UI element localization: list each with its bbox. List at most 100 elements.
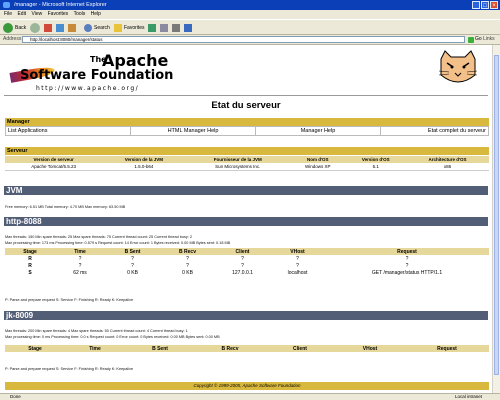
table-row: Apache Tomcat/5.5.23 1.5.0-b64 Sun Micro… bbox=[5, 163, 489, 171]
html-manager-help-link[interactable]: HTML Manager Help bbox=[168, 128, 219, 134]
cell-jvm-vendor: Sun Microsystems Inc. bbox=[185, 163, 290, 171]
search-icon bbox=[84, 23, 92, 32]
jvm-memory-info: Free memory: 6.51 MB Total memory: 4.70 … bbox=[5, 205, 126, 209]
col-jvm-vendor: Fournisseur de la JVM bbox=[185, 156, 290, 163]
links-button[interactable]: Links bbox=[483, 35, 495, 44]
manager-links-table: List Applications HTML Manager Help Mana… bbox=[5, 126, 489, 136]
menu-bar: File Edit View Favorites Tools Help bbox=[0, 10, 500, 19]
mail-icon bbox=[160, 23, 168, 32]
col-server-version: Version de serveur bbox=[5, 156, 103, 163]
col-request: Request bbox=[405, 345, 489, 352]
ie-icon bbox=[3, 2, 10, 8]
manager-header: Manager bbox=[5, 118, 489, 126]
go-button[interactable]: Go bbox=[468, 35, 482, 44]
home-button[interactable] bbox=[68, 22, 76, 33]
page-title: Etat du serveur bbox=[211, 100, 281, 111]
apache-logo[interactable]: The Apache Software Foundation http://ww… bbox=[8, 51, 173, 93]
forward-arrow-icon bbox=[30, 22, 40, 33]
cell-os-name: Windows XP bbox=[289, 163, 346, 171]
col-time: Time bbox=[65, 345, 125, 352]
table-row: R ? ? ? ? ? ? bbox=[28, 262, 409, 269]
full-status-link[interactable]: Etat complet du serveur bbox=[428, 128, 486, 134]
close-button[interactable]: × bbox=[490, 1, 498, 9]
cell-os-version: 5.1 bbox=[345, 163, 407, 171]
col-stage: Stage bbox=[5, 248, 55, 255]
col-bytes-recv: B Recv bbox=[195, 345, 265, 352]
server-table: Version de serveur Version de la JVM Fou… bbox=[5, 156, 489, 171]
jk-stage-legend: P: Parse and prepare request S: Service … bbox=[5, 367, 134, 371]
maximize-button[interactable]: □ bbox=[481, 1, 489, 9]
col-os-name: Nom d'OS bbox=[289, 156, 346, 163]
col-os-arch: Architecture d'OS bbox=[406, 156, 489, 163]
status-bar: Done Local intranet bbox=[0, 393, 500, 400]
refresh-icon bbox=[56, 23, 64, 32]
back-arrow-icon bbox=[3, 22, 13, 33]
col-bytes-sent: B Sent bbox=[105, 248, 160, 255]
print-icon bbox=[172, 23, 180, 32]
address-label: Address bbox=[3, 36, 22, 42]
logo-software-foundation: Software Foundation bbox=[20, 68, 174, 83]
window-controls: _ □ × bbox=[472, 1, 498, 9]
forward-button[interactable] bbox=[30, 22, 40, 33]
page-content: The Apache Software Foundation http://ww… bbox=[0, 45, 492, 393]
back-button[interactable]: Back bbox=[3, 22, 26, 33]
tomcat-logo-icon[interactable] bbox=[435, 49, 481, 89]
word-icon bbox=[184, 23, 192, 32]
http-connector-header: http-8088 bbox=[4, 217, 488, 226]
col-vhost: VHost bbox=[335, 345, 405, 352]
jk-processing-info: Max processing time: 0 ms Processing tim… bbox=[5, 335, 220, 339]
http-processing-info: Max processing time: 173 ms Processing t… bbox=[5, 241, 231, 245]
menu-tools[interactable]: Tools bbox=[74, 11, 86, 17]
history-icon bbox=[148, 23, 156, 32]
col-vhost: VHost bbox=[270, 248, 325, 255]
stop-button[interactable] bbox=[44, 22, 52, 33]
cell-server-version: Apache Tomcat/5.5.23 bbox=[5, 163, 103, 171]
table-row: R ? ? ? ? ? ? bbox=[28, 255, 409, 262]
zone-indicator: Local intranet bbox=[455, 394, 483, 399]
jk-threads-info: Max threads: 200 Min spare threads: 4 Ma… bbox=[5, 329, 188, 333]
stop-icon bbox=[44, 23, 52, 32]
http-threads-info: Max threads: 150 Min spare threads: 25 M… bbox=[5, 235, 192, 239]
jk-table-header: Stage Time B Sent B Recv Client VHost Re… bbox=[5, 345, 489, 352]
menu-file[interactable]: File bbox=[4, 11, 12, 17]
print-button[interactable] bbox=[172, 22, 180, 33]
mail-button[interactable] bbox=[160, 22, 168, 33]
menu-edit[interactable]: Edit bbox=[17, 11, 26, 17]
window-title-bar: /manager - Microsoft Internet Explorer _… bbox=[0, 0, 500, 10]
col-client: Client bbox=[215, 248, 270, 255]
edit-page-button[interactable] bbox=[184, 22, 192, 33]
col-os-version: Version d'OS bbox=[345, 156, 407, 163]
scrollbar-thumb[interactable] bbox=[494, 55, 499, 375]
jk-connector-header: jk-8009 bbox=[4, 311, 488, 320]
address-bar: Address http://localhost:8080/manager/st… bbox=[0, 35, 500, 45]
go-arrow-icon bbox=[468, 36, 474, 43]
vertical-scrollbar[interactable] bbox=[492, 45, 500, 393]
http-table-header: Stage Time B Sent B Recv Client VHost Re… bbox=[5, 248, 489, 255]
http-stage-legend: P: Parse and prepare request S: Service … bbox=[5, 298, 134, 302]
refresh-button[interactable] bbox=[56, 22, 64, 33]
col-time: Time bbox=[55, 248, 105, 255]
search-button[interactable]: Search bbox=[84, 22, 110, 33]
menu-view[interactable]: View bbox=[31, 11, 42, 17]
server-table-header: Version de serveur Version de la JVM Fou… bbox=[5, 156, 489, 163]
table-row: S 62 ms 0 KB 0 KB 127.0.0.1 localhost GE… bbox=[28, 269, 443, 276]
menu-favorites[interactable]: Favorites bbox=[48, 11, 69, 17]
col-client: Client bbox=[265, 345, 335, 352]
cell-os-arch: x86 bbox=[406, 163, 489, 171]
window-title: /manager - Microsoft Internet Explorer bbox=[14, 2, 107, 8]
list-applications-link[interactable]: List Applications bbox=[8, 128, 47, 134]
history-button[interactable] bbox=[148, 22, 156, 33]
server-header: Serveur bbox=[5, 147, 489, 155]
http-workers-table: Stage Time B Sent B Recv Client VHost Re… bbox=[5, 248, 489, 276]
manager-help-link[interactable]: Manager Help bbox=[301, 128, 336, 134]
favorites-button[interactable]: Favorites bbox=[114, 22, 145, 33]
col-bytes-sent: B Sent bbox=[125, 345, 195, 352]
address-input[interactable]: http://localhost:8080/manager/status bbox=[22, 36, 465, 43]
menu-help[interactable]: Help bbox=[91, 11, 101, 17]
col-bytes-recv: B Recv bbox=[160, 248, 215, 255]
jk-workers-table: Stage Time B Sent B Recv Client VHost Re… bbox=[5, 345, 489, 352]
col-request: Request bbox=[325, 248, 489, 255]
status-text: Done bbox=[10, 394, 21, 399]
copyright-footer: Copyright © 1999-2005, Apache Software F… bbox=[5, 382, 489, 390]
minimize-button[interactable]: _ bbox=[472, 1, 480, 9]
